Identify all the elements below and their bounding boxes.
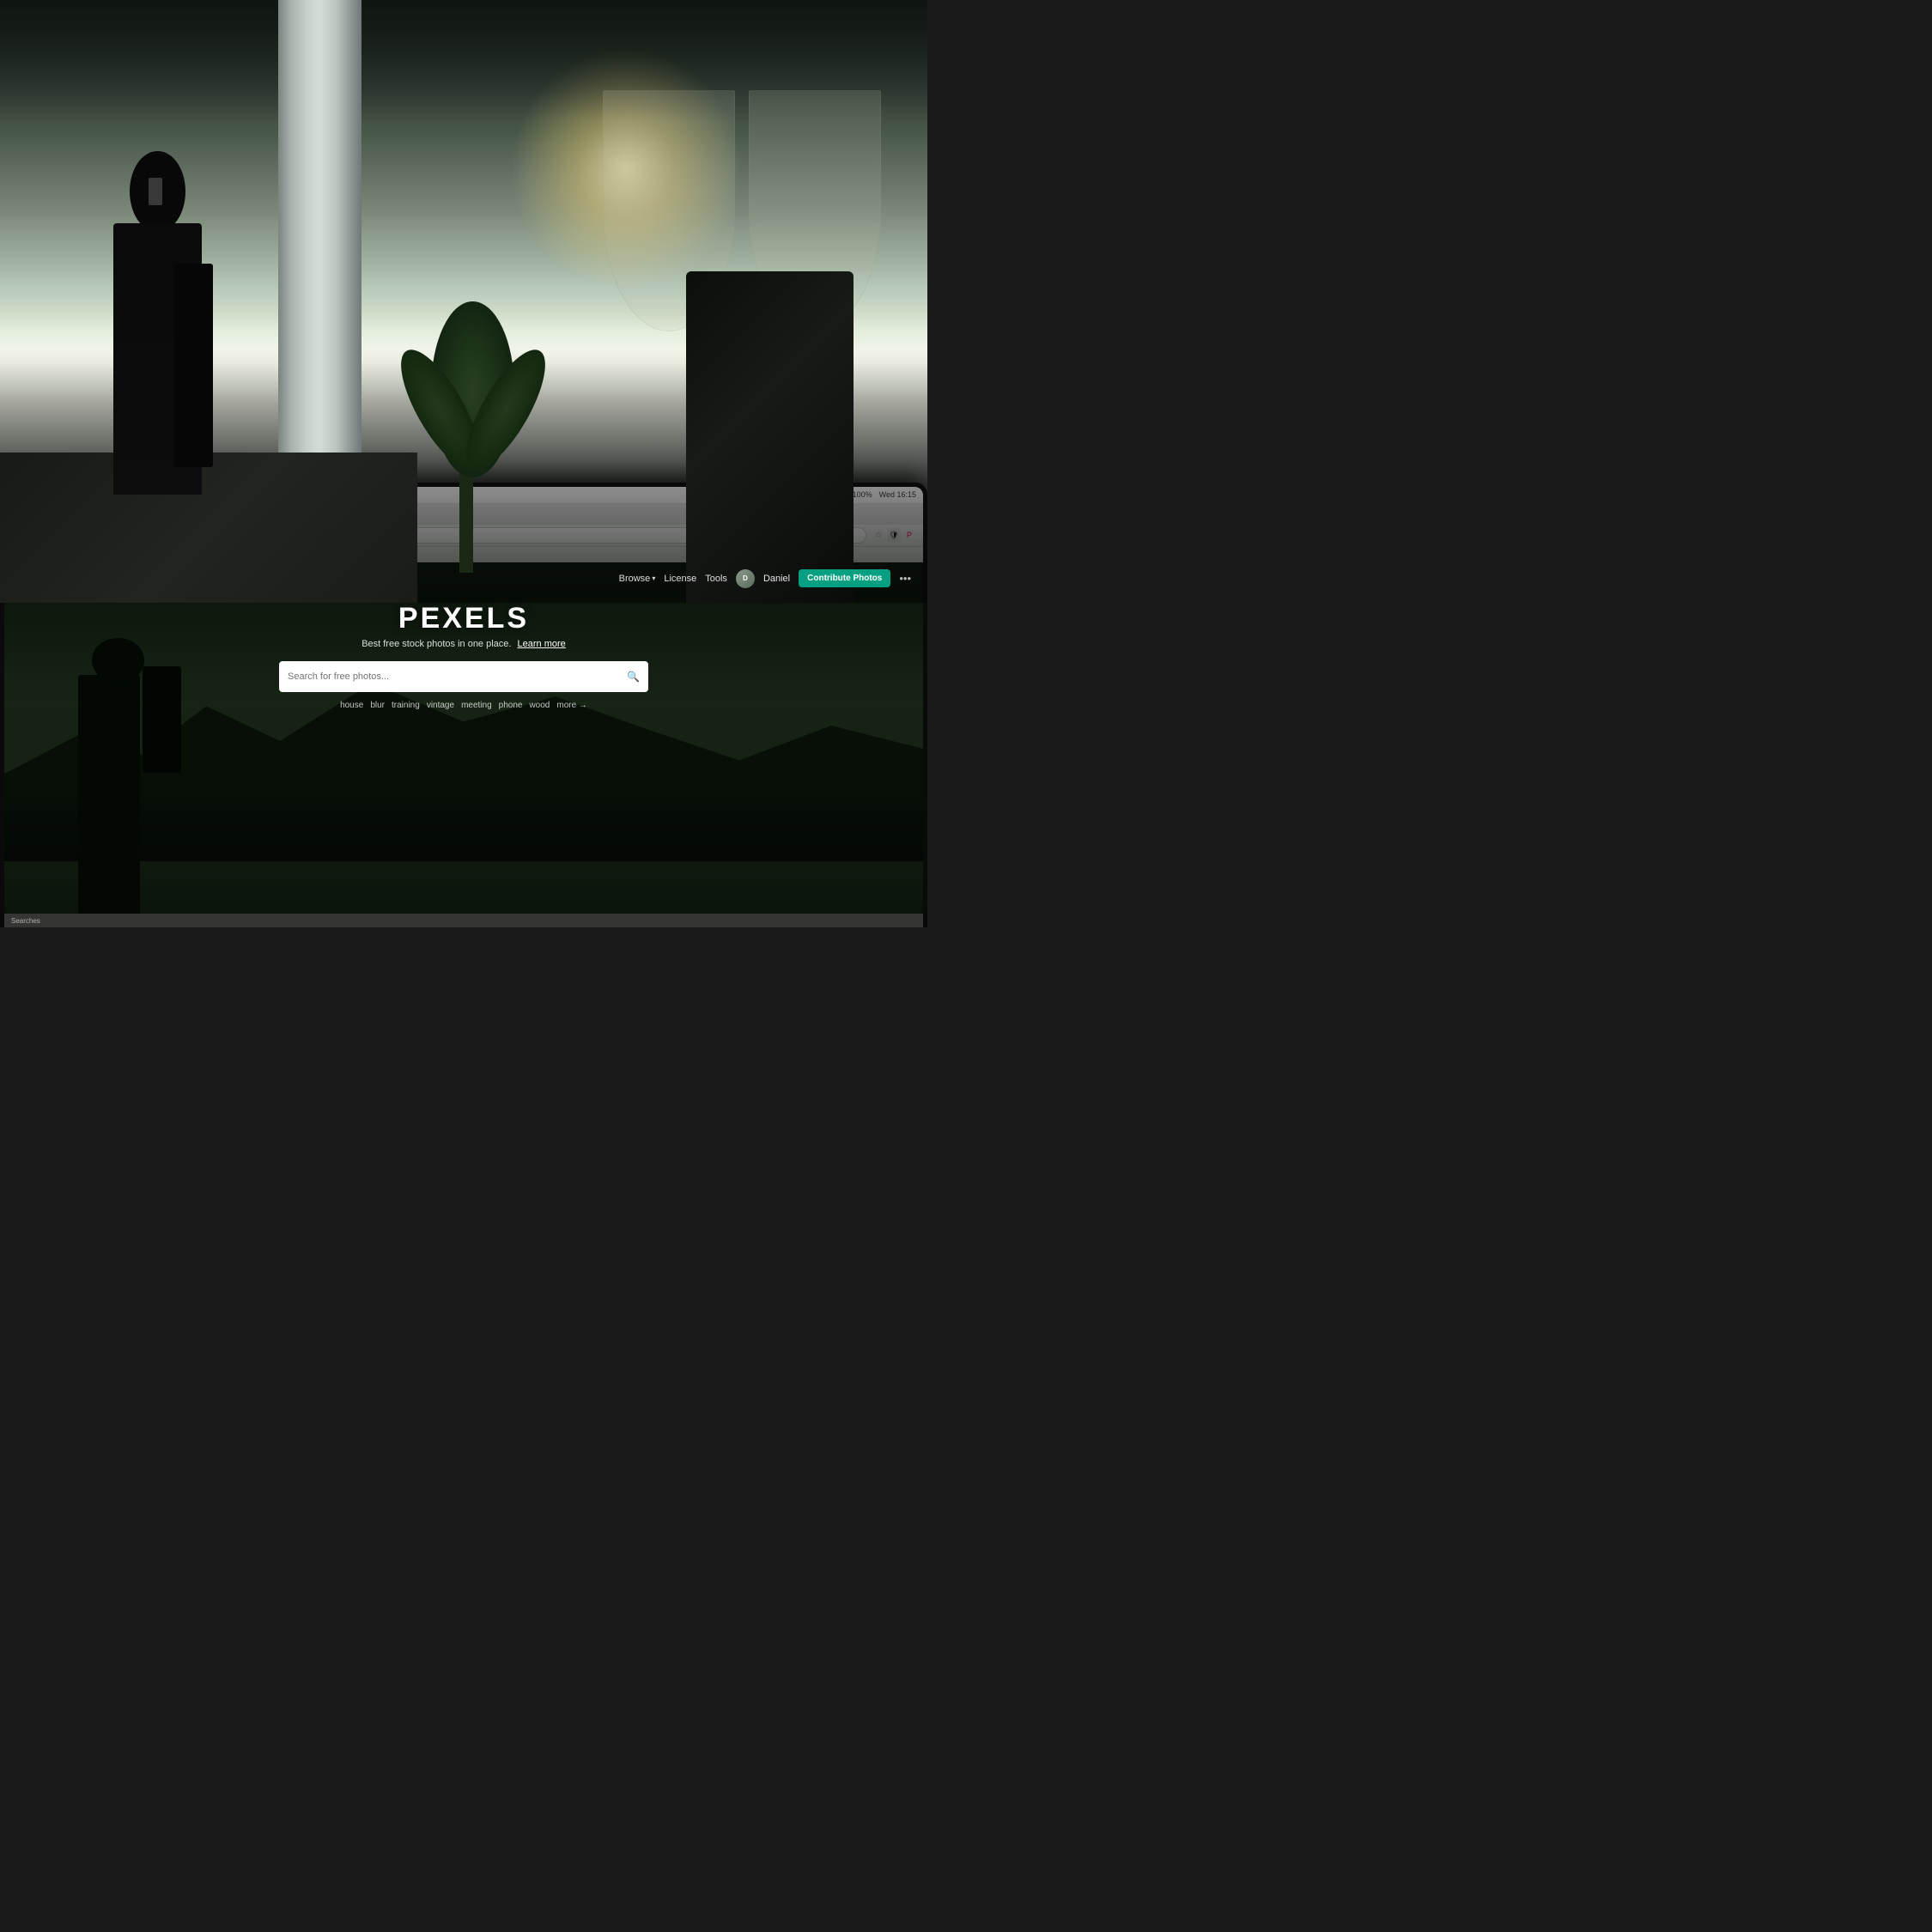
search-icon[interactable]: 🔍	[627, 671, 640, 683]
tag-training[interactable]: training	[392, 701, 420, 710]
hero-subtitle: Best free stock photos in one place. Lea…	[21, 639, 906, 649]
tag-wood[interactable]: wood	[529, 701, 550, 710]
search-input[interactable]	[288, 671, 622, 682]
learn-more-link[interactable]: Learn more	[518, 639, 566, 649]
contribute-photos-button[interactable]: Contribute Photos	[799, 569, 890, 587]
browser-status-bar: Searches	[4, 914, 923, 927]
hero-content: PEXELS Best free stock photos in one pla…	[4, 595, 923, 724]
status-text: Searches	[11, 917, 40, 925]
tag-blur[interactable]: blur	[370, 701, 385, 710]
browse-nav-item[interactable]: Browse ▾	[619, 574, 656, 584]
search-box[interactable]: 🔍	[279, 661, 648, 692]
pexels-navbar: Browse ▾ License Tools D Daniel Contribu…	[4, 562, 923, 595]
tag-vintage[interactable]: vintage	[427, 701, 454, 710]
more-options-button[interactable]: •••	[899, 572, 911, 585]
tag-house[interactable]: house	[340, 701, 363, 710]
user-name-nav[interactable]: Daniel	[763, 574, 790, 584]
pexels-hero: Browse ▾ License Tools D Daniel Contribu…	[4, 562, 923, 914]
pexels-logo: PEXELS	[21, 602, 906, 635]
more-tags-link[interactable]: more →	[556, 701, 587, 710]
tag-phone[interactable]: phone	[499, 701, 523, 710]
user-avatar-nav: D	[736, 569, 755, 588]
license-nav-item[interactable]: License	[664, 574, 696, 584]
website-content: Browse ▾ License Tools D Daniel Contribu…	[4, 562, 923, 914]
tag-meeting[interactable]: meeting	[461, 701, 492, 710]
search-tags: house blur training vintage meeting phon…	[258, 701, 670, 710]
tools-nav-item[interactable]: Tools	[705, 574, 727, 584]
